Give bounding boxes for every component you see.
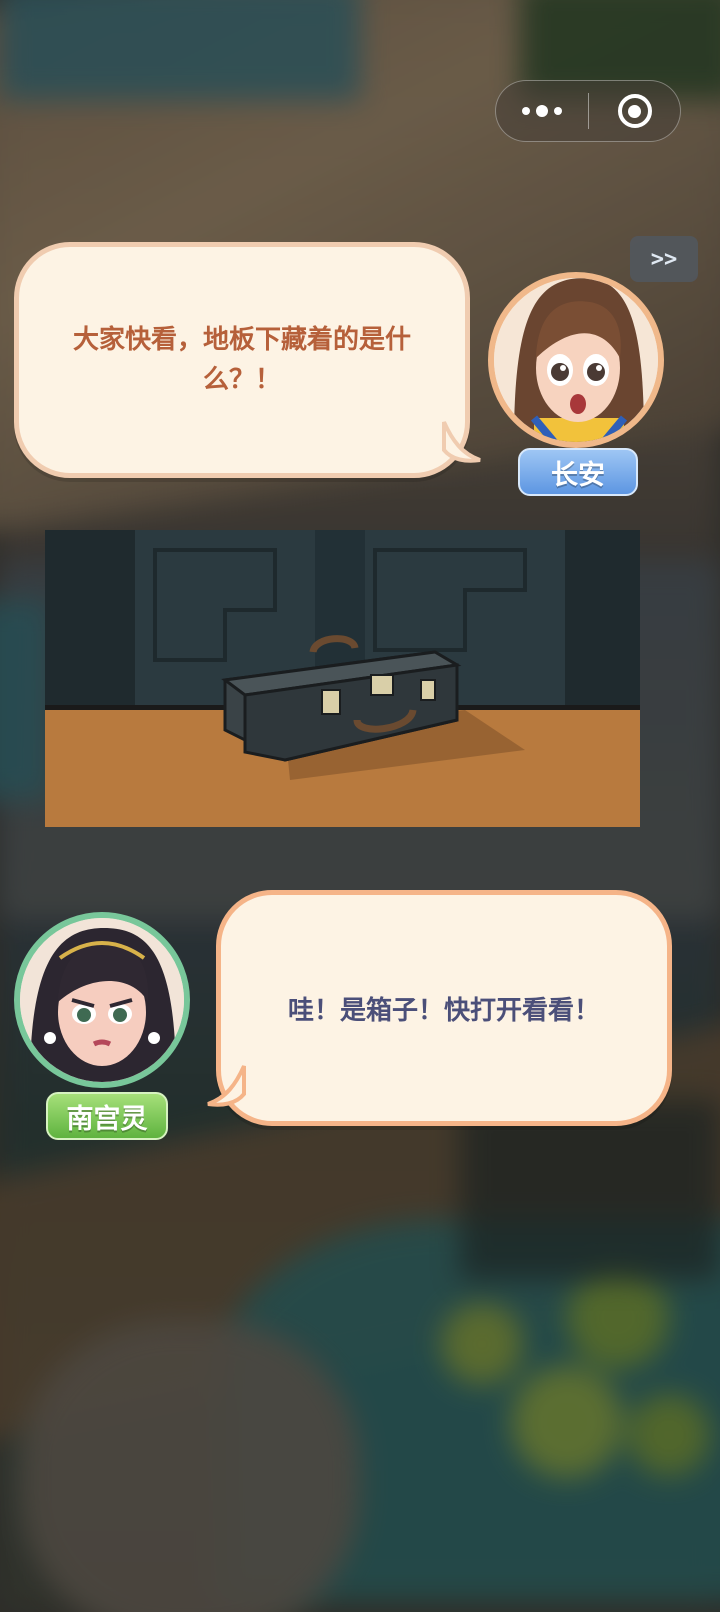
avatar-changan xyxy=(488,272,664,448)
miniprogram-capsule xyxy=(495,80,681,142)
dialogue-text: 大家快看，地板下藏着的是什么？！ xyxy=(72,325,411,395)
suitcase-scene-image xyxy=(45,530,640,827)
speaker-nameplate: 南宫灵 xyxy=(46,1092,168,1140)
speech-bubble-changan[interactable]: 大家快看，地板下藏着的是什么？！ xyxy=(14,242,470,478)
more-dots-icon[interactable] xyxy=(496,81,588,141)
speech-bubble-nangongling[interactable]: 哇！是箱子！快打开看看！ xyxy=(216,890,672,1126)
target-close-icon[interactable] xyxy=(589,81,680,141)
speech-bubble-tail xyxy=(207,1065,246,1107)
avatar-nangongling xyxy=(14,912,190,1088)
speaker-nameplate: 长安 xyxy=(518,448,638,496)
speech-bubble-tail xyxy=(442,421,481,463)
dialogue-text: 哇！是箱子！快打开看看！ xyxy=(287,995,600,1026)
skip-dialogue-button[interactable]: >> xyxy=(630,236,698,282)
